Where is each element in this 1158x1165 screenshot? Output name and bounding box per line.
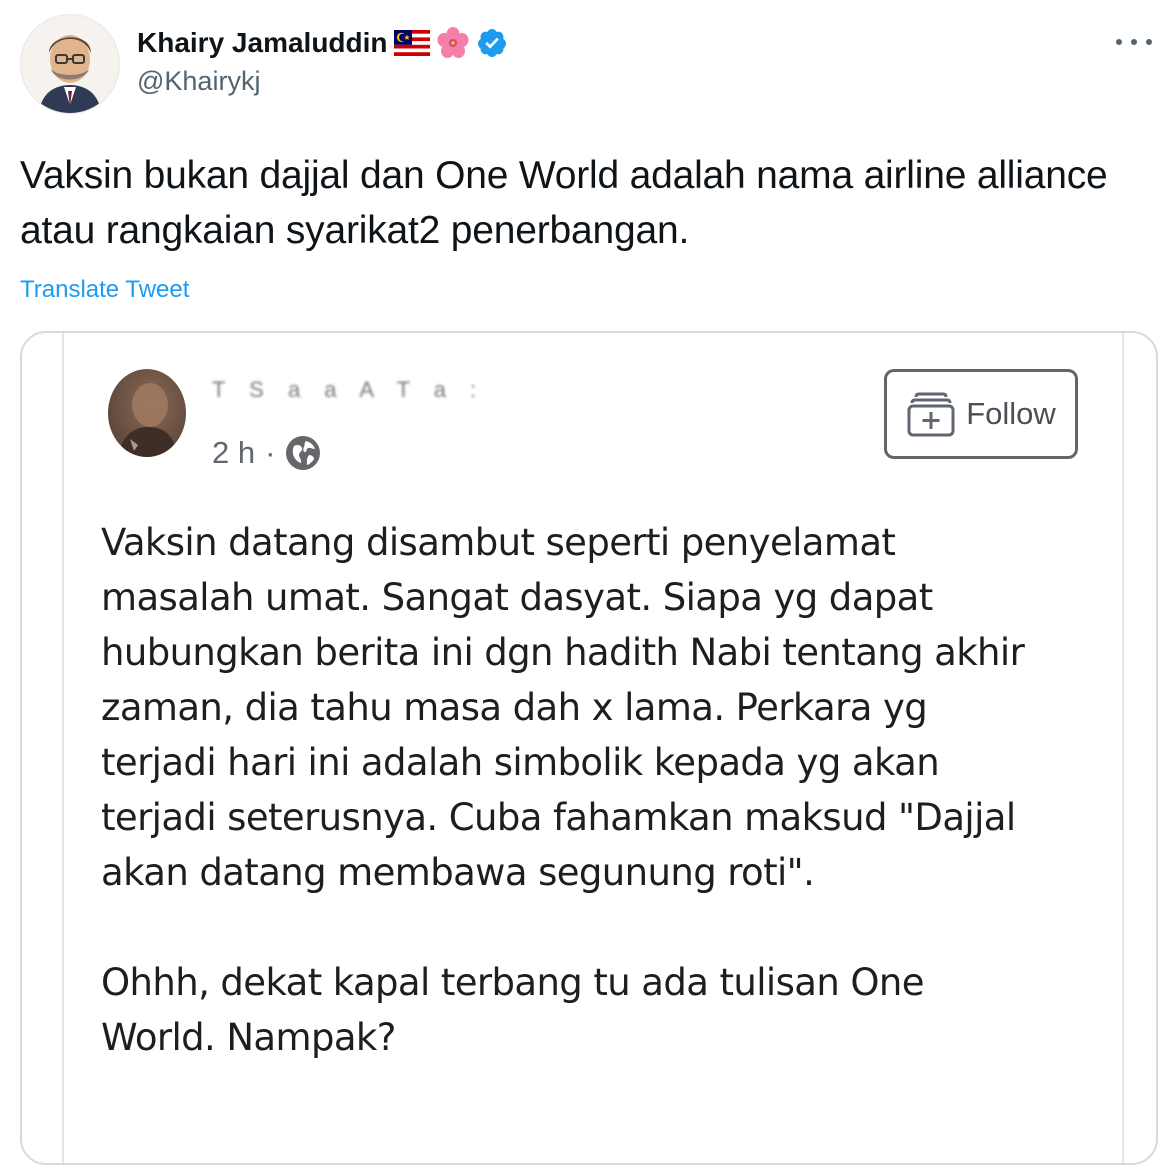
more-dot [1146, 39, 1152, 45]
follow-button[interactable]: Follow [884, 369, 1078, 459]
author-avatar[interactable] [20, 14, 120, 114]
tweet-text: Vaksin bukan dajjal dan One World adalah… [20, 154, 1108, 252]
fb-post-meta: 2 h · [212, 433, 321, 473]
globe-icon [285, 435, 321, 471]
malaysia-flag-icon [393, 30, 430, 56]
verified-icon [476, 27, 508, 59]
fb-post-time: 2 h [212, 435, 256, 470]
translate-tweet-link[interactable]: Translate Tweet [20, 276, 189, 304]
more-dot [1116, 39, 1122, 45]
fb-post-paragraph: Ohhh, dekat kapal terbang tu ada tulisan… [101, 961, 924, 1059]
facebook-post-screenshot: T S a a A T a : 2 h · Follow Vaksin data… [62, 333, 1124, 1163]
blurred-portrait-icon [118, 383, 178, 457]
more-icon[interactable] [1116, 30, 1152, 54]
fb-meta-separator: · [265, 435, 276, 470]
fb-author-avatar [108, 369, 186, 457]
more-dot [1131, 39, 1137, 45]
follow-label: Follow [966, 396, 1056, 431]
author-name-row: Khairy Jamaluddin [137, 24, 508, 62]
cartoon-avatar-icon [21, 15, 119, 113]
author-handle[interactable]: @Khairykj [137, 66, 260, 97]
fb-post-body: Vaksin datang disambut seperti penyelama… [101, 515, 1101, 1120]
fb-post-paragraph: Vaksin datang disambut seperti penyelama… [101, 521, 1025, 894]
tweet-media-card[interactable]: T S a a A T a : 2 h · Follow Vaksin data… [20, 331, 1158, 1165]
author-display-name[interactable]: Khairy Jamaluddin [137, 27, 388, 59]
follow-page-icon [906, 391, 956, 437]
hibiscus-icon [436, 26, 470, 60]
fb-author-name-obscured: T S a a A T a : [212, 377, 486, 402]
